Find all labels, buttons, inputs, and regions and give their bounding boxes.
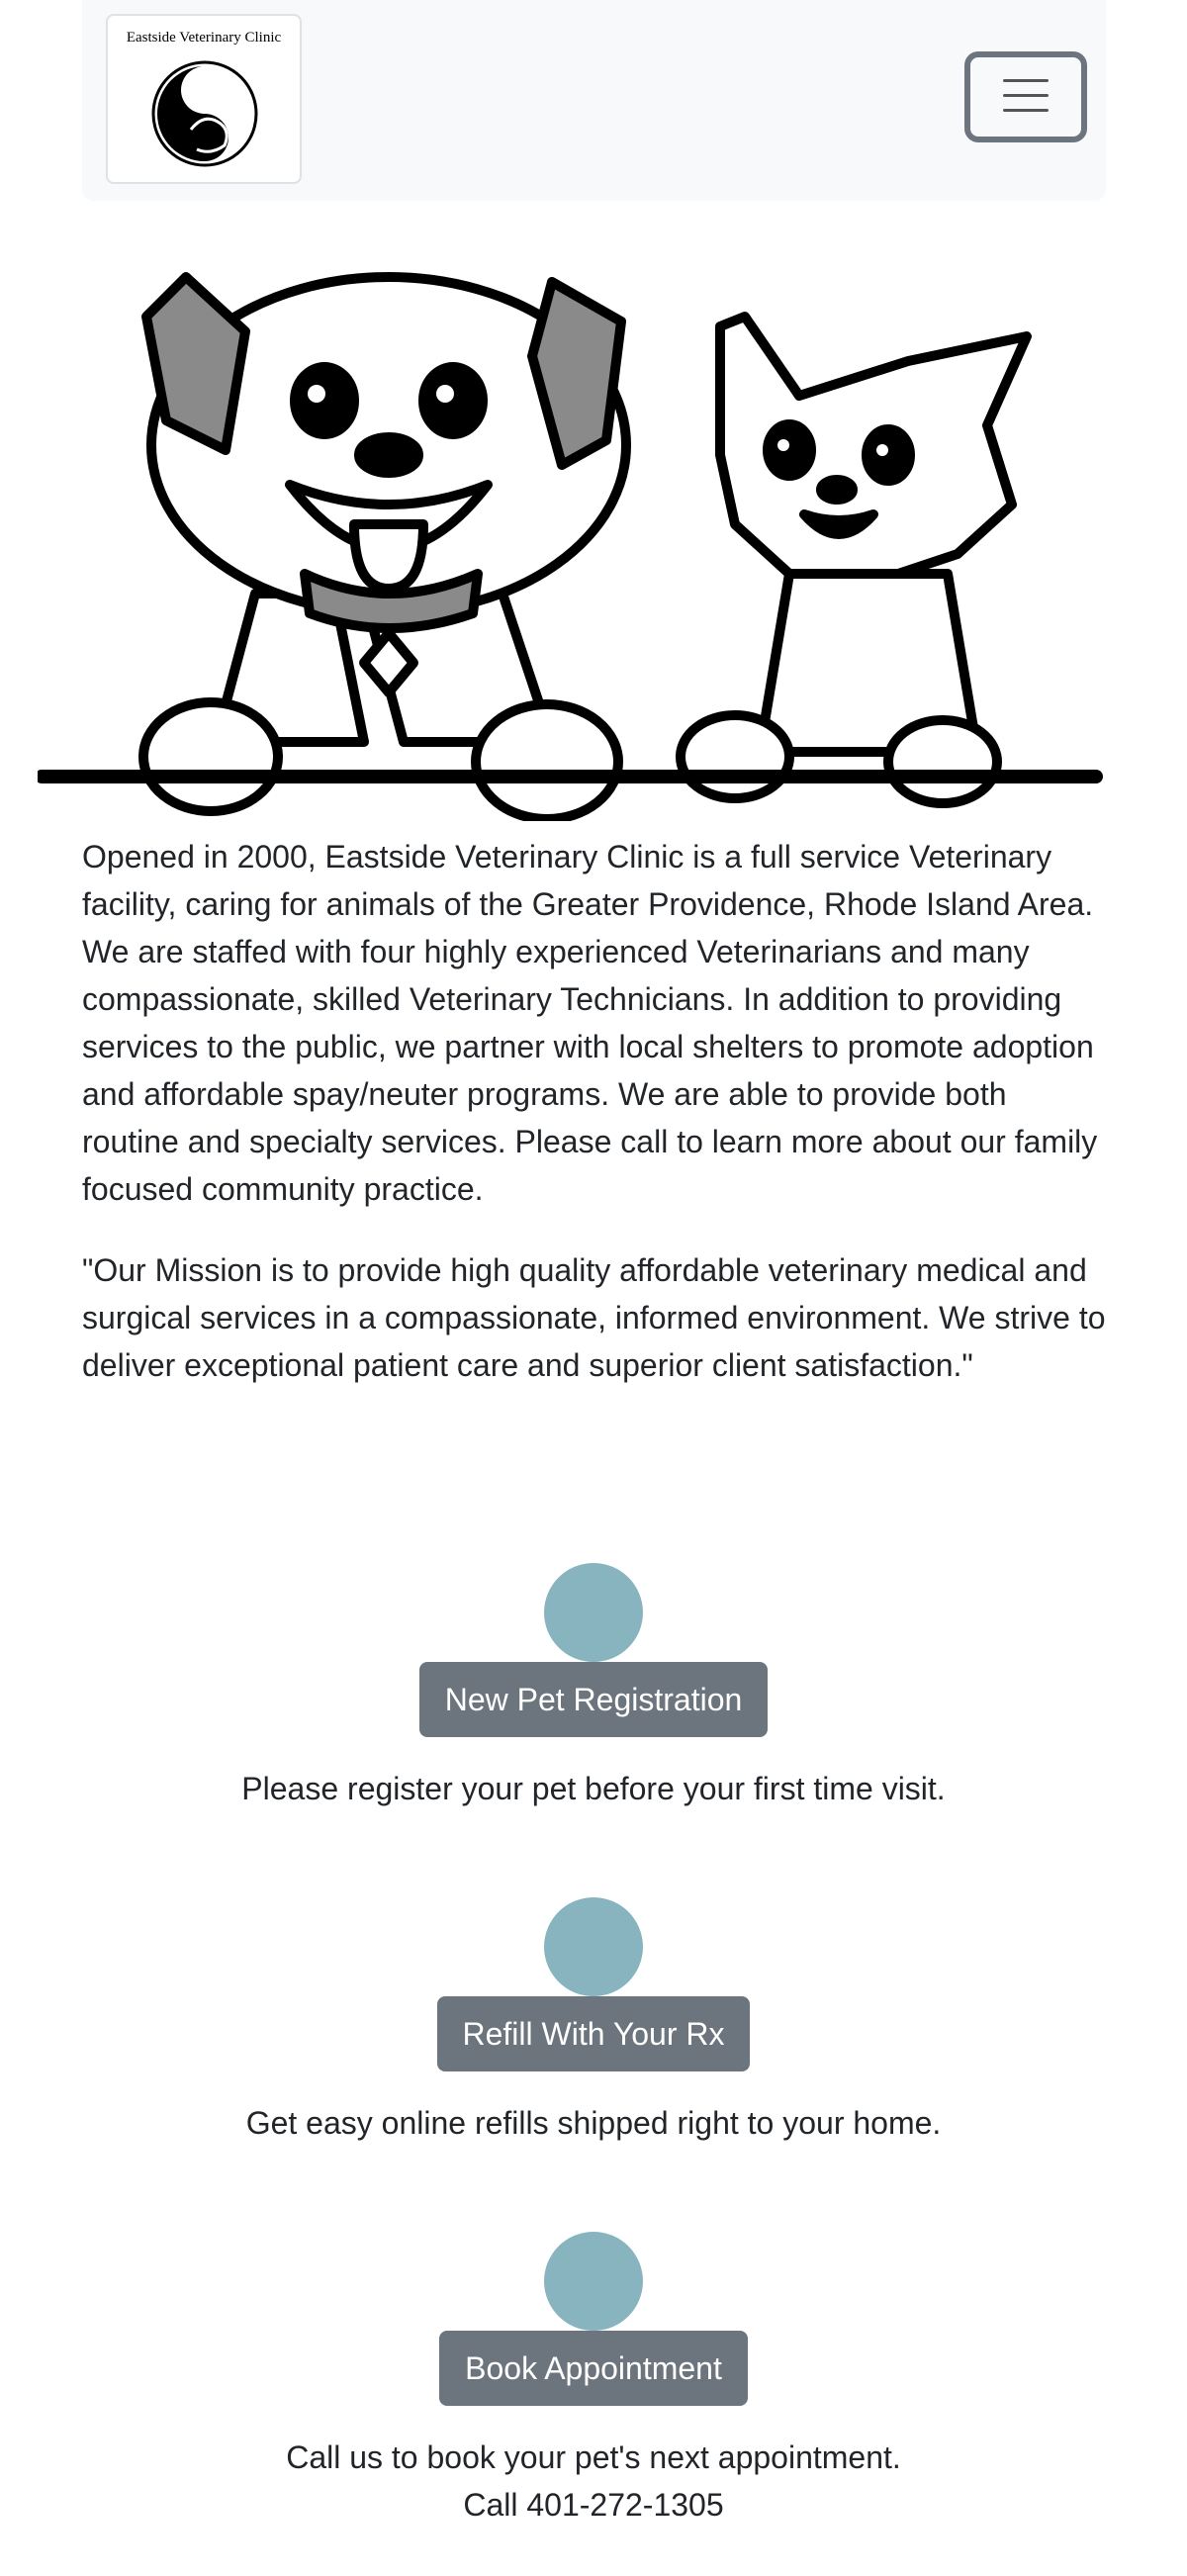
dog-and-cat-illustration: [38, 272, 1103, 821]
navbar: Eastside Veterinary Clinic: [82, 0, 1106, 201]
new-pet-registration-button[interactable]: New Pet Registration: [418, 1662, 769, 1737]
intro-paragraph: Opened in 2000, Eastside Veterinary Clin…: [82, 839, 1098, 1207]
cta-description: Please register your pet before your fir…: [241, 1771, 946, 1806]
logo-text: Eastside Veterinary Clinic: [126, 30, 282, 46]
cta-icon-circle: [544, 1563, 643, 1662]
phone-number: Call 401-272-1305: [463, 2487, 724, 2523]
cta-description: Call us to book your pet's next appointm…: [286, 2439, 901, 2475]
cta-new-pet-registration: New Pet Registration Please register you…: [0, 1563, 1187, 1812]
menu-toggle-button[interactable]: [964, 51, 1087, 142]
refill-rx-button[interactable]: Refill With Your Rx: [436, 1996, 751, 2071]
book-appointment-button[interactable]: Book Appointment: [439, 2331, 748, 2406]
pet-logo-icon: [151, 60, 258, 167]
cta-icon-circle: [544, 2232, 643, 2331]
cta-description: Get easy online refills shipped right to…: [245, 2105, 942, 2141]
clinic-logo[interactable]: Eastside Veterinary Clinic: [106, 14, 302, 184]
cta-icon-circle: [544, 1897, 643, 1996]
cta-refill-rx: Refill With Your Rx Get easy online refi…: [0, 1897, 1187, 2147]
mission-statement: "Our Mission is to provide high quality …: [82, 1252, 1106, 1383]
cta-book-appointment: Book Appointment Call us to book your pe…: [0, 2232, 1187, 2529]
